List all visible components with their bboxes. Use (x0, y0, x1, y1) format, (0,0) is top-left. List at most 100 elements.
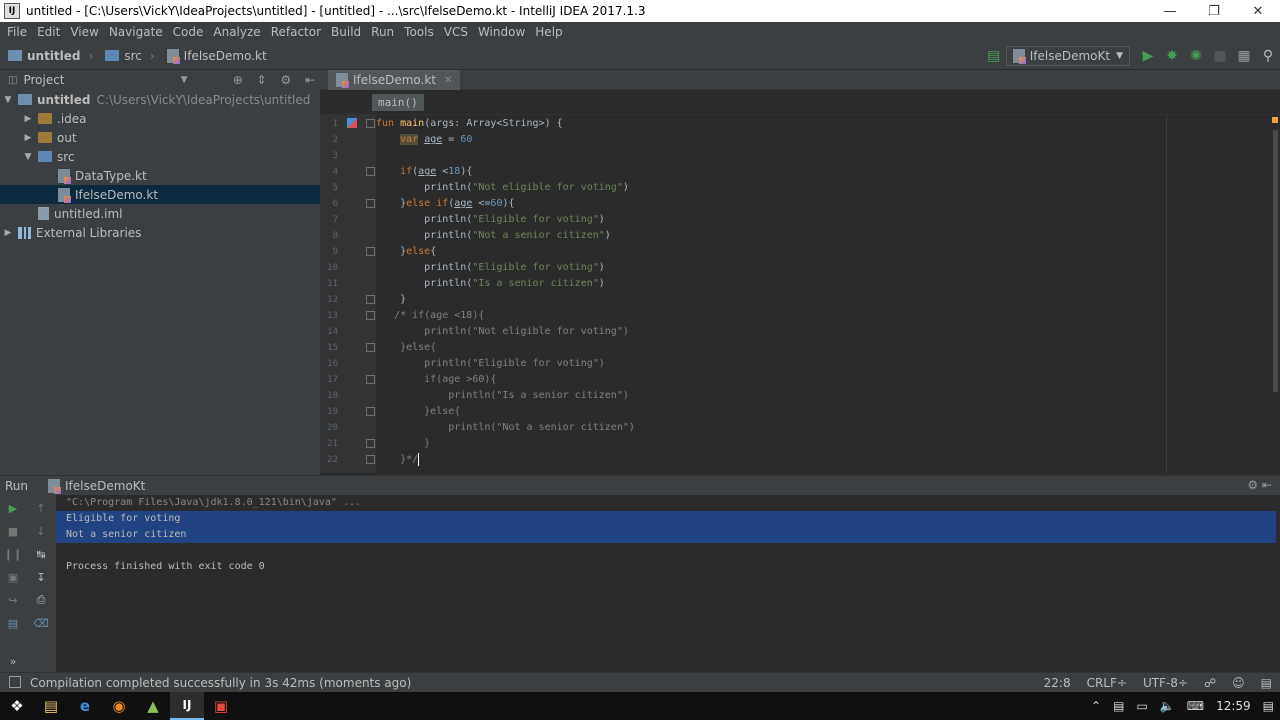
android-icon[interactable]: ▲ (136, 692, 170, 720)
run-icon[interactable]: ▶ (1136, 44, 1160, 68)
collapse-icon[interactable]: ⇕ (256, 73, 266, 87)
line-separator[interactable]: CRLF÷ (1087, 676, 1127, 690)
debug-icon[interactable]: ✸ (1160, 44, 1184, 68)
close-tab-icon[interactable]: ✕ (444, 75, 452, 86)
fold-marker-icon[interactable] (366, 295, 375, 304)
file-encoding[interactable]: UTF-8÷ (1143, 676, 1188, 690)
menu-code[interactable]: Code (168, 25, 209, 39)
tool-windows-icon[interactable] (9, 676, 21, 688)
run-configuration-select[interactable]: IfelseDemoKt ▼ (1005, 46, 1130, 66)
fold-marker-icon[interactable] (366, 407, 375, 416)
build-icon[interactable]: ▤ (982, 44, 1006, 68)
gear-icon[interactable]: ⚙ (280, 73, 291, 87)
scroll-to-end-icon[interactable]: ↧ (33, 569, 49, 585)
menu-tools[interactable]: Tools (399, 25, 439, 39)
pause-icon[interactable]: ❙❙ (4, 546, 22, 562)
chevron-down-icon[interactable]: ▼ (181, 75, 188, 85)
windows-start-icon[interactable]: ❖ (0, 692, 34, 720)
tree-item[interactable]: ▼ src (0, 147, 320, 166)
network-icon[interactable]: ▤ (1113, 699, 1124, 713)
breadcrumb-project[interactable]: untitled › (0, 49, 97, 63)
chevron-down-icon[interactable]: ▼ (2, 95, 14, 105)
tree-item[interactable]: ▶ out (0, 128, 320, 147)
tree-item[interactable]: ▶ .idea (0, 109, 320, 128)
restore-icon[interactable]: ❐ (1192, 0, 1236, 22)
stop-icon[interactable]: ■ (5, 523, 21, 539)
breadcrumb-src[interactable]: src › (97, 49, 158, 63)
battery-icon[interactable]: ▭ (1136, 699, 1147, 713)
intellij-taskbar-icon[interactable]: IJ (170, 692, 204, 720)
print-icon[interactable]: ⎙ (33, 592, 49, 608)
edge-browser-icon[interactable]: e (68, 692, 102, 720)
file-explorer-icon[interactable]: ▤ (34, 692, 68, 720)
layout-icon[interactable]: ▤ (5, 615, 21, 631)
notifications-icon[interactable]: ▤ (1263, 699, 1274, 713)
gear-icon[interactable]: ⚙ ⇤ (1247, 478, 1272, 492)
menu-build[interactable]: Build (326, 25, 366, 39)
tree-item[interactable]: ▼ untitled C:\Users\VickY\IdeaProjects\unt… (0, 90, 320, 109)
editor-scrollbar[interactable] (1273, 130, 1278, 392)
firefox-icon[interactable]: ◉ (102, 692, 136, 720)
menu-vcs[interactable]: VCS (439, 25, 473, 39)
inspector-icon[interactable]: ☺ (1232, 676, 1245, 690)
arrow-down-icon[interactable]: ↓ (33, 523, 49, 539)
fold-marker-icon[interactable] (366, 199, 375, 208)
locate-icon[interactable]: ⊕ (233, 73, 243, 87)
language-icon[interactable]: ⌨ (1187, 699, 1204, 713)
fold-marker-icon[interactable] (366, 455, 375, 464)
tab-ifelsedemo[interactable]: IfelseDemo.kt ✕ (328, 70, 461, 90)
menu-refactor[interactable]: Refactor (266, 25, 326, 39)
hide-icon[interactable]: ⇤ (305, 73, 315, 87)
warning-marker-icon[interactable] (1272, 117, 1278, 123)
code-editor[interactable]: fun main(args: Array<String>) { var age … (376, 115, 1280, 473)
project-structure-icon[interactable]: ▦ (1232, 44, 1256, 68)
clear-all-icon[interactable]: ⌫ (33, 615, 49, 631)
fold-marker-icon[interactable] (366, 343, 375, 352)
menu-file[interactable]: File (2, 25, 32, 39)
project-panel-title[interactable]: Project (23, 73, 180, 87)
menu-edit[interactable]: Edit (32, 25, 65, 39)
chevron-right-icon[interactable]: ▶ (22, 114, 34, 124)
fold-marker-icon[interactable] (366, 375, 375, 384)
menu-view[interactable]: View (65, 25, 103, 39)
fold-marker-icon[interactable] (366, 119, 375, 128)
tree-item[interactable]: ▶ External Libraries (0, 223, 320, 242)
minimize-icon[interactable]: — (1148, 0, 1192, 22)
lock-icon[interactable]: ☍ (1204, 676, 1216, 690)
coverage-icon[interactable]: ✺ (1184, 44, 1208, 68)
exit-icon[interactable]: ↪ (5, 592, 21, 608)
clock[interactable]: 12:59 (1216, 699, 1251, 713)
run-gutter-icon[interactable] (347, 118, 357, 128)
tree-item[interactable]: untitled.iml (0, 204, 320, 223)
tree-item[interactable]: IfelseDemo.kt (0, 185, 320, 204)
expand-icon[interactable]: » (5, 653, 21, 669)
chevron-right-icon[interactable]: ▶ (22, 133, 34, 143)
arrow-up-icon[interactable]: ↑ (33, 500, 49, 516)
close-icon[interactable]: ✕ (1236, 0, 1280, 22)
stop-icon[interactable]: ■ (1208, 44, 1232, 68)
fold-marker-icon[interactable] (366, 247, 375, 256)
menu-help[interactable]: Help (530, 25, 567, 39)
menu-analyze[interactable]: Analyze (208, 25, 265, 39)
function-breadcrumb[interactable]: main() (372, 94, 424, 111)
menu-navigate[interactable]: Navigate (104, 25, 168, 39)
menu-run[interactable]: Run (366, 25, 399, 39)
rerun-icon[interactable]: ▶ (5, 500, 21, 516)
tree-item[interactable]: DataType.kt (0, 166, 320, 185)
soft-wrap-icon[interactable]: ↹ (33, 546, 49, 562)
fold-marker-icon[interactable] (366, 311, 375, 320)
caret-position[interactable]: 22:8 (1044, 676, 1071, 690)
recorder-icon[interactable]: ▣ (204, 692, 238, 720)
fold-marker-icon[interactable] (366, 439, 375, 448)
fold-marker-icon[interactable] (366, 167, 375, 176)
run-tab[interactable]: IfelseDemoKt (48, 478, 145, 494)
dump-threads-icon[interactable]: ▣ (5, 569, 21, 585)
chevron-right-icon[interactable]: ▶ (2, 228, 14, 238)
chevron-up-icon[interactable]: ⌃ (1091, 699, 1101, 713)
chevron-down-icon[interactable]: ▼ (22, 152, 34, 162)
breadcrumb-file[interactable]: IfelseDemo.kt (159, 48, 271, 64)
event-log-icon[interactable]: ▤ (1261, 676, 1272, 690)
search-icon[interactable]: ⚲ (1256, 44, 1280, 68)
menu-window[interactable]: Window (473, 25, 530, 39)
volume-icon[interactable]: 🔈 (1160, 699, 1175, 713)
